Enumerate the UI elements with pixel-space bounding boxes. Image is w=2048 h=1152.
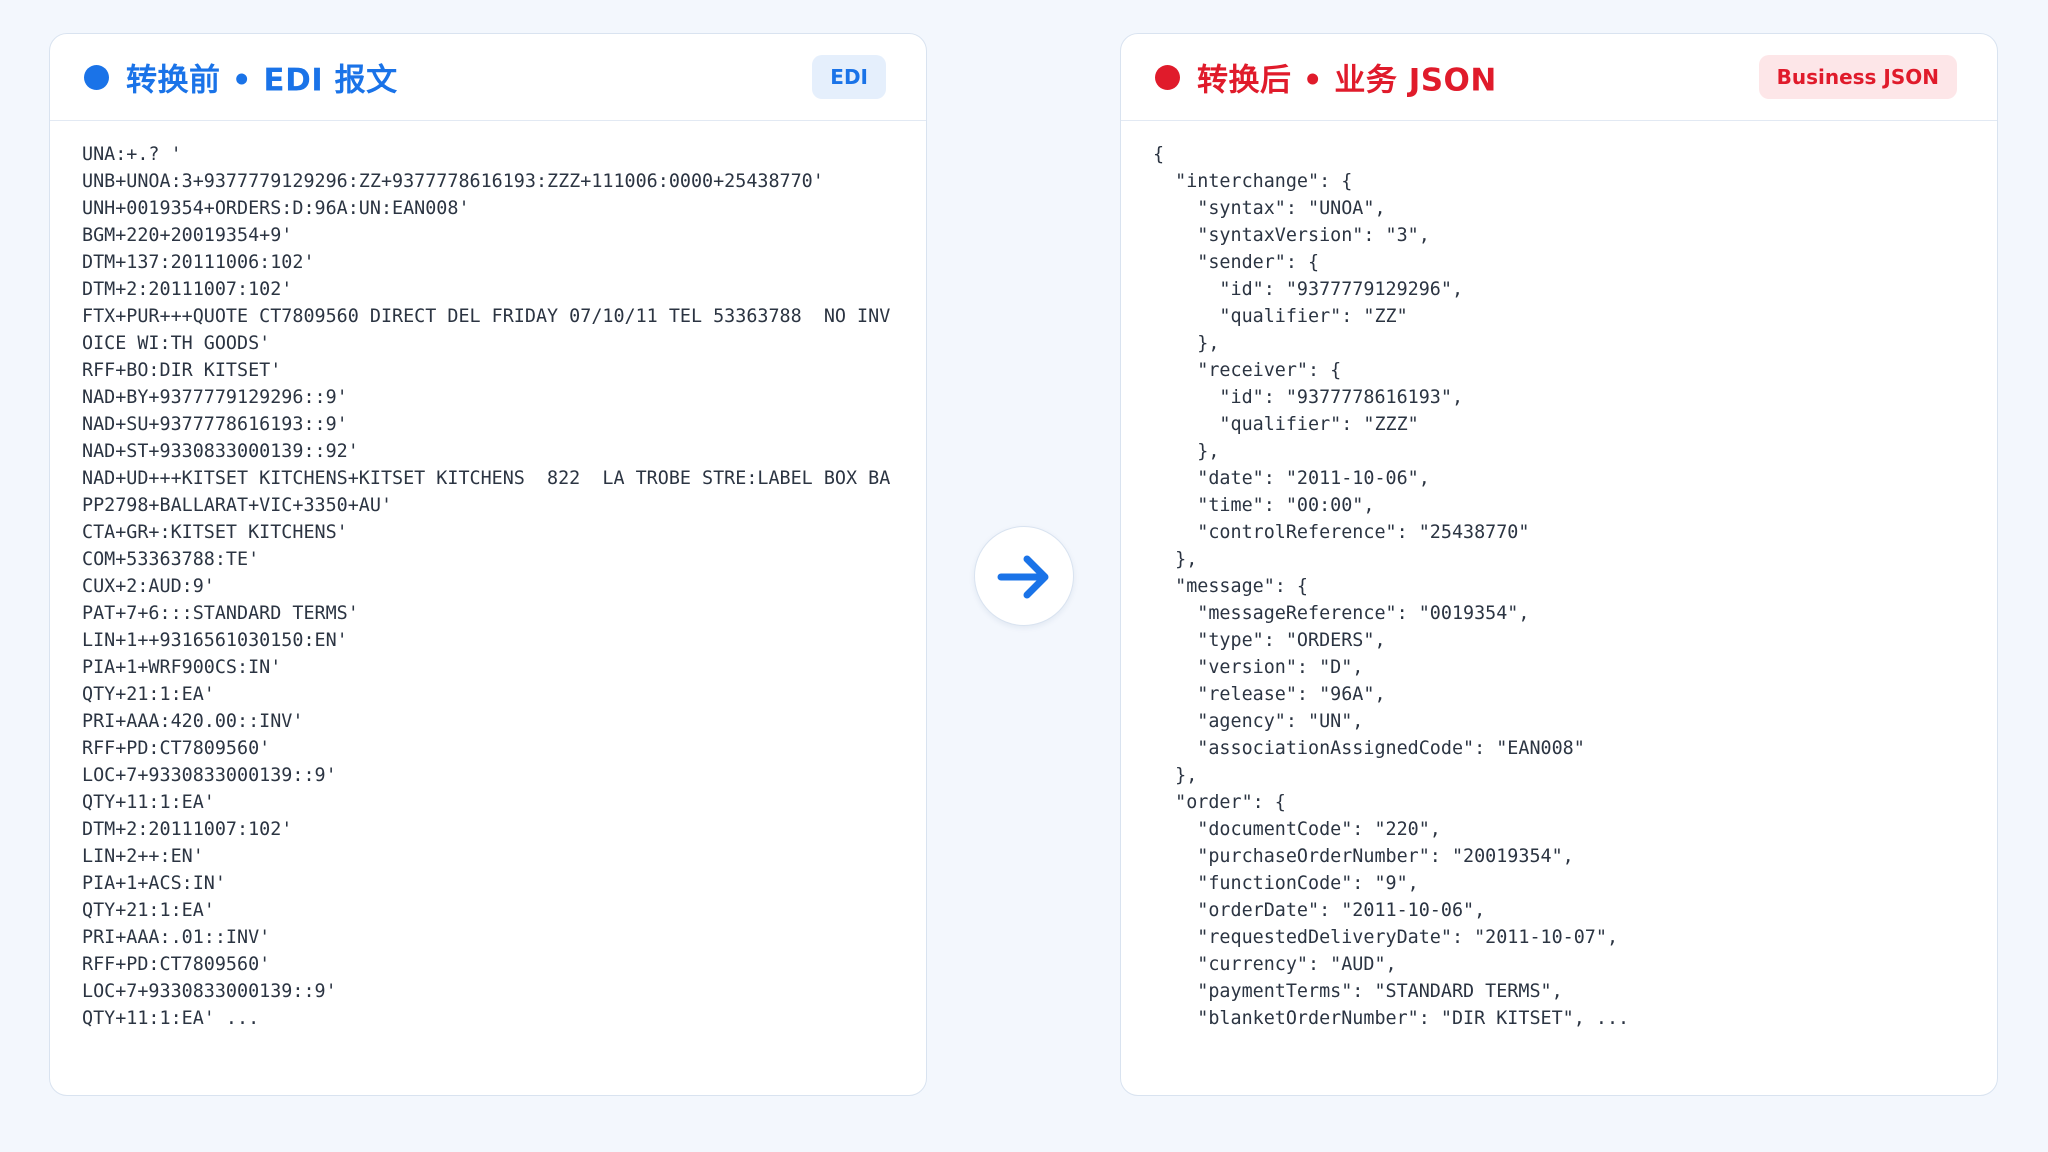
edi-code-line: RFF+BO:DIR KITSET': [82, 360, 282, 381]
edi-code-line: QTY+11:1:EA' ...: [82, 1008, 260, 1029]
json-code-line: "orderDate": "2011-10-06",: [1153, 900, 1486, 921]
edi-code-line: PIA+1+WRF900CS:IN': [82, 657, 282, 678]
edi-code-line: QTY+21:1:EA': [82, 900, 215, 921]
edi-code-line: NAD+SU+9377778616193::9': [82, 414, 348, 435]
json-code-line: "type": "ORDERS",: [1153, 630, 1386, 651]
edi-code-line: FTX+PUR+++QUOTE CT7809560 DIRECT DEL FRI…: [82, 306, 891, 327]
json-code-line: "currency": "AUD",: [1153, 954, 1397, 975]
edi-code-line: PAT+7+6:::STANDARD TERMS': [82, 603, 359, 624]
convert-arrow-button: [974, 526, 1074, 626]
edi-code-block: UNA:+.? ' UNB+UNOA:3+9377779129296:ZZ+937…: [82, 141, 890, 1032]
edi-code-line: UNB+UNOA:3+9377779129296:ZZ+937777861619…: [82, 171, 824, 192]
json-code-line: "date": "2011-10-06",: [1153, 468, 1430, 489]
edi-status-dot: [84, 65, 109, 90]
json-code-line: "id": "9377778616193",: [1153, 387, 1464, 408]
json-code-line: "time": "00:00",: [1153, 495, 1375, 516]
json-code-line: "agency": "UN",: [1153, 711, 1364, 732]
edi-code-line: LOC+7+9330833000139::9': [82, 981, 337, 1002]
edi-code-line: NAD+ST+9330833000139::92': [82, 441, 359, 462]
json-code-line: "interchange": {: [1153, 171, 1353, 192]
edi-code-line: CUX+2:AUD:9': [82, 576, 215, 597]
edi-code-line: RFF+PD:CT7809560': [82, 738, 271, 759]
json-panel-header: 转换后 • 业务 JSON Business JSON: [1121, 34, 1997, 121]
edi-badge: EDI: [812, 55, 886, 99]
json-code-line: "qualifier": "ZZZ": [1153, 414, 1419, 435]
edi-code-line: LIN+1++9316561030150:EN': [82, 630, 348, 651]
edi-code-line: PRI+AAA:420.00::INV': [82, 711, 304, 732]
json-code-line: "associationAssignedCode": "EAN008": [1153, 738, 1585, 759]
json-code-line: },: [1153, 441, 1220, 462]
json-code-line: "syntax": "UNOA",: [1153, 198, 1386, 219]
json-code-line: "syntaxVersion": "3",: [1153, 225, 1430, 246]
json-code-line: "qualifier": "ZZ": [1153, 306, 1408, 327]
edi-code-line: PP2798+BALLARAT+VIC+3350+AU': [82, 495, 393, 516]
edi-code-line: DTM+2:20111007:102': [82, 279, 293, 300]
edi-code-line: RFF+PD:CT7809560': [82, 954, 271, 975]
edi-code-line: PIA+1+ACS:IN': [82, 873, 226, 894]
json-code-line: },: [1153, 549, 1198, 570]
edi-code-line: COM+53363788:TE': [82, 549, 260, 570]
edi-code-line: PRI+AAA:.01::INV': [82, 927, 271, 948]
edi-code-line: QTY+21:1:EA': [82, 684, 215, 705]
json-code-line: "messageReference": "0019354",: [1153, 603, 1530, 624]
json-code-line: "functionCode": "9",: [1153, 873, 1419, 894]
json-code-line: "message": {: [1153, 576, 1309, 597]
json-code-line: {: [1153, 144, 1165, 165]
edi-code-line: OICE WI:TH GOODS': [82, 333, 271, 354]
edi-panel: 转换前 • EDI 报文 EDI UNA:+.? ' UNB+UNOA:3+937…: [49, 33, 927, 1096]
edi-code-line: DTM+137:20111006:102': [82, 252, 315, 273]
edi-code-line: CTA+GR+:KITSET KITCHENS': [82, 522, 348, 543]
json-code-line: "paymentTerms": "STANDARD TERMS",: [1153, 981, 1563, 1002]
json-panel-title: 转换后 • 业务 JSON: [1197, 62, 1497, 99]
json-panel: 转换后 • 业务 JSON Business JSON { "interchan…: [1120, 33, 1998, 1096]
edi-code-line: QTY+11:1:EA': [82, 792, 215, 813]
edi-panel-title: 转换前 • EDI 报文: [126, 62, 398, 99]
edi-code-line: NAD+BY+9377779129296::9': [82, 387, 348, 408]
json-code-line: "version": "D",: [1153, 657, 1364, 678]
edi-code-line: LOC+7+9330833000139::9': [82, 765, 337, 786]
json-code-line: "purchaseOrderNumber": "20019354",: [1153, 846, 1574, 867]
json-code-line: "release": "96A",: [1153, 684, 1386, 705]
edi-code-line: LIN+2++:EN': [82, 846, 204, 867]
json-status-dot: [1155, 65, 1180, 90]
edi-code-line: UNH+0019354+ORDERS:D:96A:UN:EAN008': [82, 198, 470, 219]
json-code-line: "sender": {: [1153, 252, 1320, 273]
arrow-right-icon: [997, 555, 1049, 599]
json-code-line: },: [1153, 333, 1220, 354]
json-code-line: "documentCode": "220",: [1153, 819, 1441, 840]
edi-panel-header: 转换前 • EDI 报文 EDI: [50, 34, 926, 121]
json-code-line: "id": "9377779129296",: [1153, 279, 1464, 300]
json-code-line: "controlReference": "25438770": [1153, 522, 1530, 543]
edi-code-line: UNA:+.? ': [82, 144, 182, 165]
edi-code-line: BGM+220+20019354+9': [82, 225, 293, 246]
json-code-line: },: [1153, 765, 1198, 786]
edi-code-line: NAD+UD+++KITSET KITCHENS+KITSET KITCHENS…: [82, 468, 891, 489]
json-code-line: "order": {: [1153, 792, 1286, 813]
json-code-block: { "interchange": { "syntax": "UNOA", "sy…: [1153, 141, 1629, 1032]
json-code-line: "requestedDeliveryDate": "2011-10-07",: [1153, 927, 1619, 948]
edi-code-line: DTM+2:20111007:102': [82, 819, 293, 840]
json-badge: Business JSON: [1758, 55, 1957, 99]
json-code-line: "blanketOrderNumber": "DIR KITSET", ...: [1153, 1008, 1630, 1029]
json-code-line: "receiver": {: [1153, 360, 1342, 381]
